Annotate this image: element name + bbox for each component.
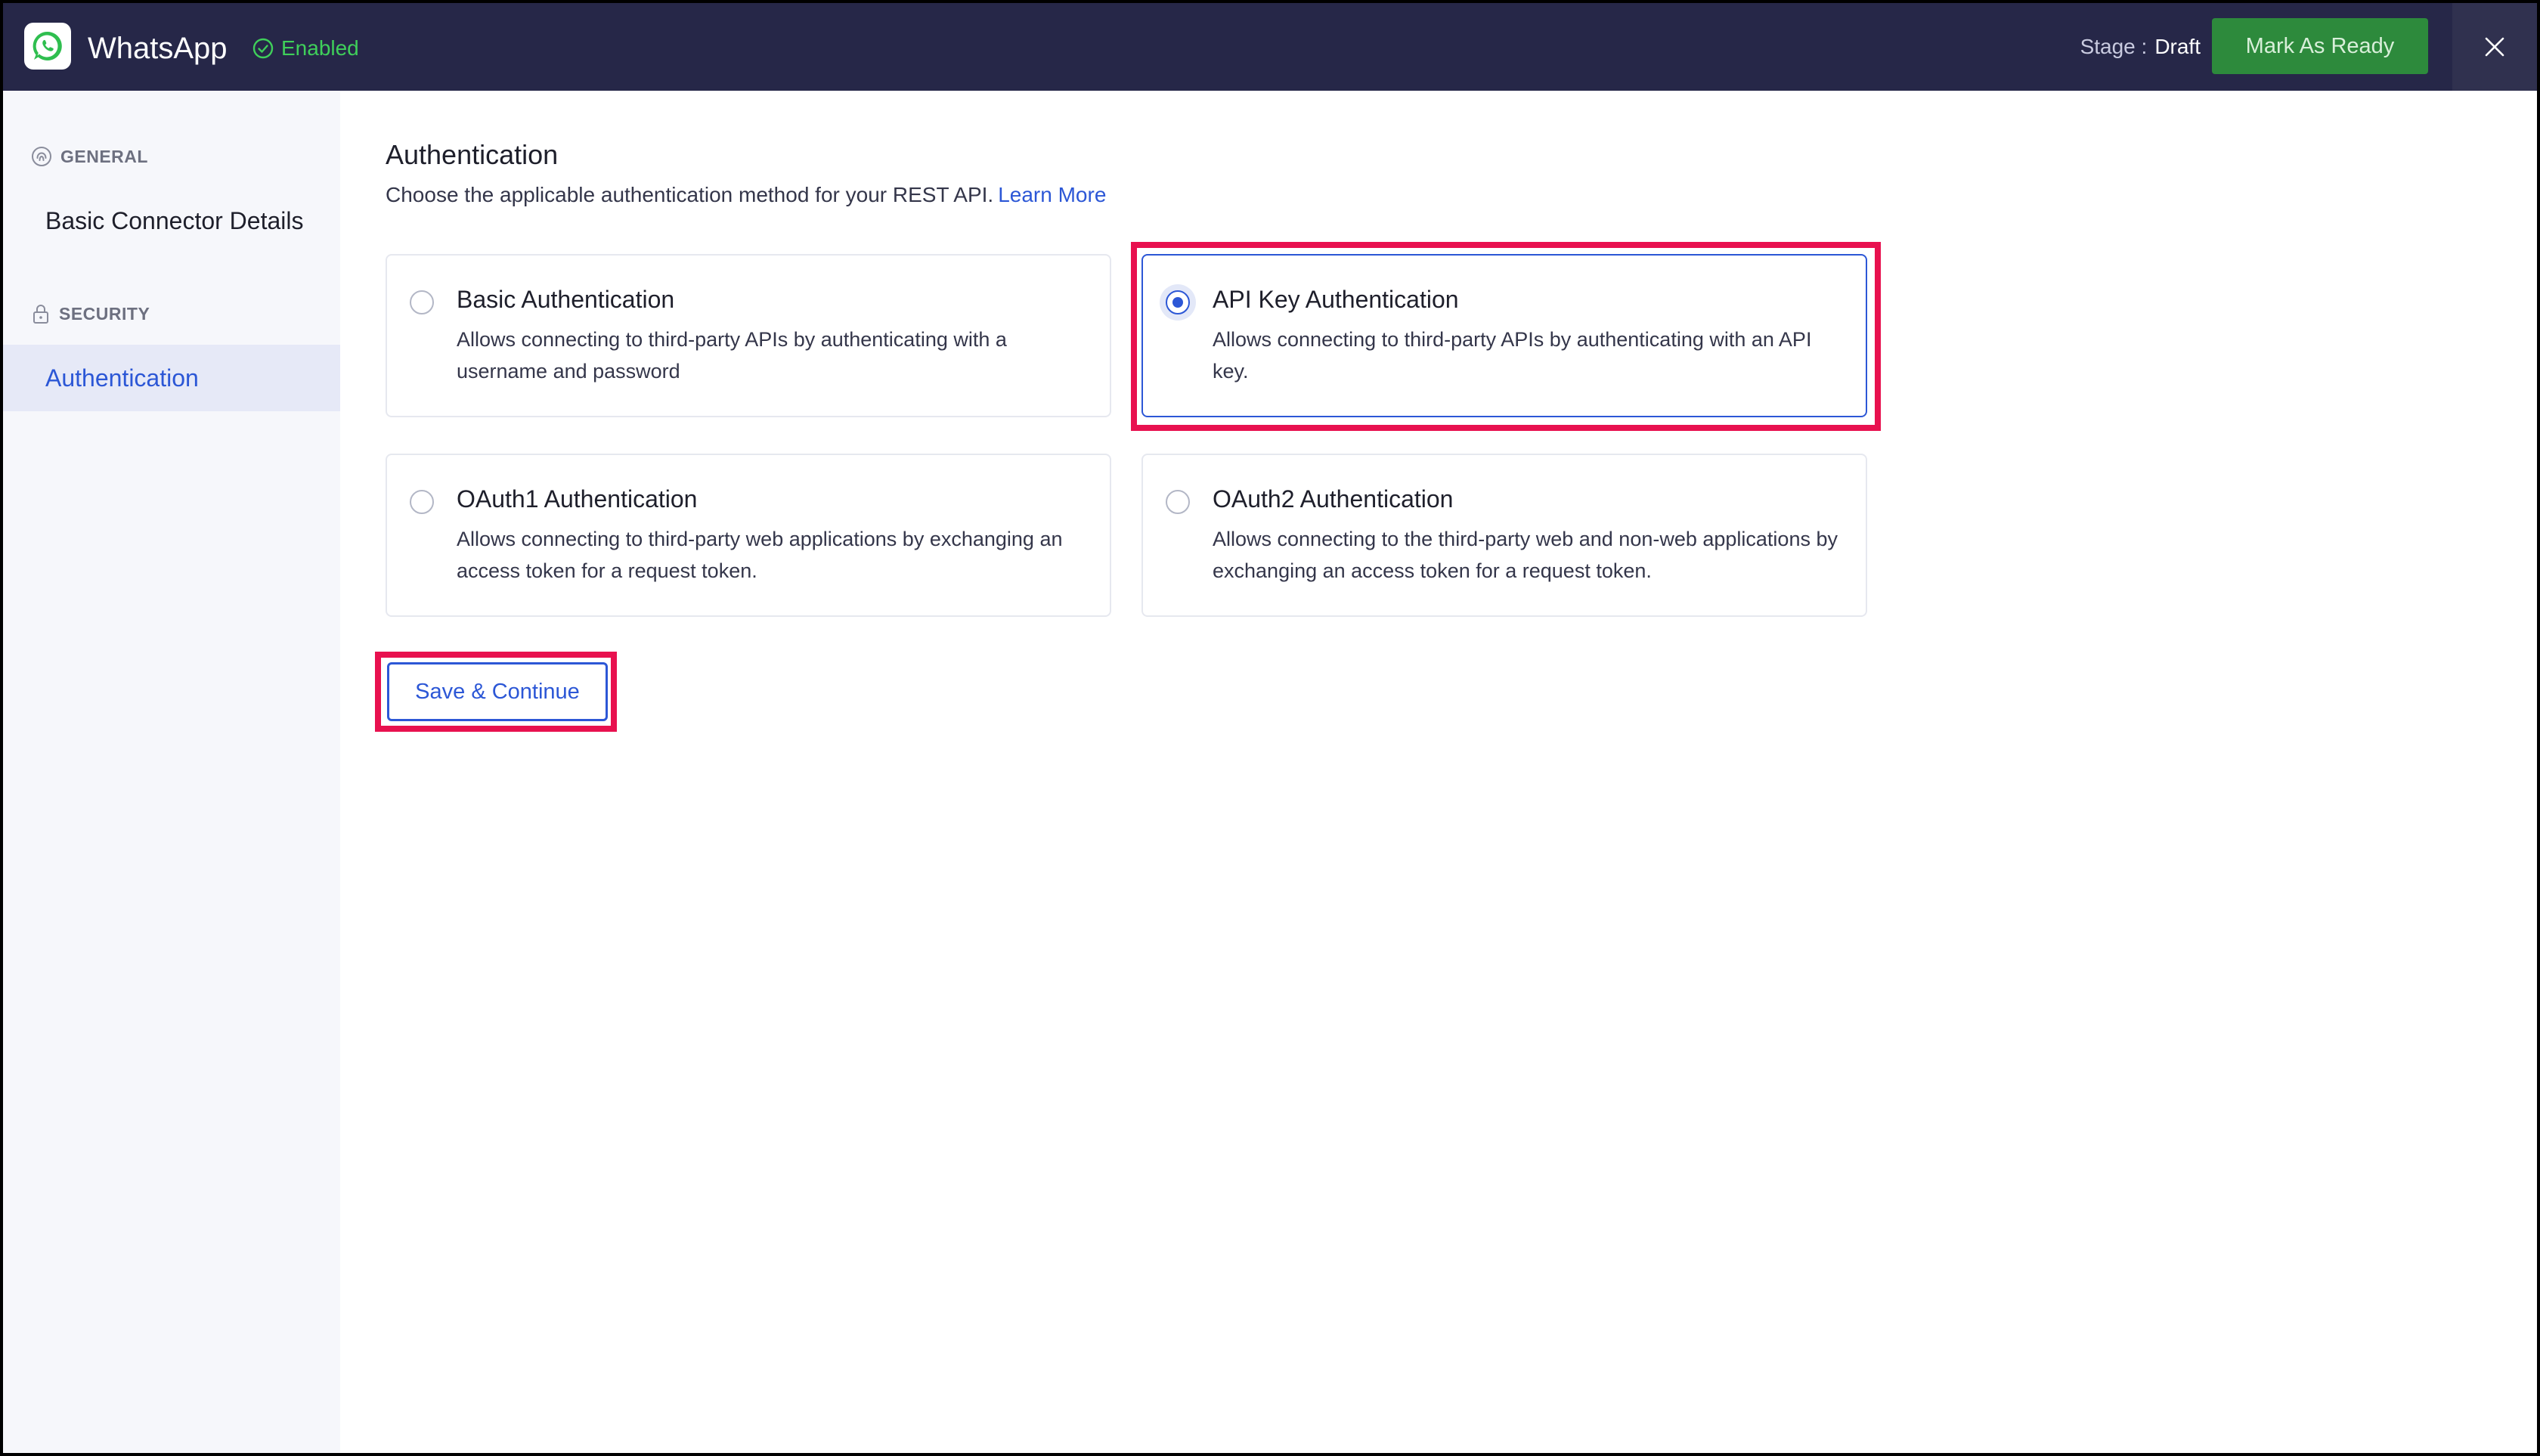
page-title: Authentication bbox=[386, 139, 559, 170]
radio-oauth2[interactable] bbox=[1166, 490, 1190, 514]
learn-more-link[interactable]: Learn More bbox=[998, 183, 1106, 206]
close-icon bbox=[2485, 37, 2504, 57]
radio-oauth1[interactable] bbox=[410, 490, 434, 514]
sidebar: GENERAL Basic Connector Details SECURITY… bbox=[3, 91, 340, 1453]
stage-value: Draft bbox=[2154, 35, 2201, 58]
page-description-text: Choose the applicable authentication met… bbox=[386, 183, 994, 206]
sidebar-item-label: Basic Connector Details bbox=[45, 206, 304, 234]
close-button[interactable] bbox=[2452, 3, 2537, 91]
stage-indicator: Stage : Draft bbox=[2080, 33, 2201, 60]
sidebar-section-label: GENERAL bbox=[60, 146, 148, 166]
auth-option-title: OAuth2 Authentication bbox=[1213, 485, 1454, 513]
sidebar-item-label: Authentication bbox=[45, 364, 199, 392]
auth-option-description: Allows connecting to third-party APIs by… bbox=[1213, 328, 1812, 383]
sidebar-item-authentication[interactable]: Authentication bbox=[3, 345, 340, 411]
auth-option-basic[interactable]: Basic Authentication Allows connecting t… bbox=[386, 254, 1111, 417]
radio-basic[interactable] bbox=[410, 290, 434, 314]
header-bar: WhatsApp Enabled Stage : Draft Mark As Re… bbox=[3, 3, 2537, 91]
fingerprint-icon bbox=[30, 145, 53, 168]
lock-icon bbox=[30, 302, 51, 325]
mark-as-ready-button[interactable]: Mark As Ready bbox=[2212, 18, 2428, 74]
auth-option-title: Basic Authentication bbox=[457, 286, 675, 313]
auth-option-title: API Key Authentication bbox=[1213, 286, 1459, 313]
app-window: WhatsApp Enabled Stage : Draft Mark As Re… bbox=[3, 3, 2537, 1453]
whatsapp-logo-icon bbox=[24, 23, 71, 70]
sidebar-section-security: SECURITY bbox=[30, 302, 150, 325]
status-text: Enabled bbox=[281, 36, 359, 60]
sidebar-item-basic-connector-details[interactable]: Basic Connector Details bbox=[3, 187, 340, 254]
auth-option-oauth2[interactable]: OAuth2 Authentication Allows connecting … bbox=[1141, 454, 1867, 617]
auth-option-description: Allows connecting to third-party APIs by… bbox=[457, 328, 1007, 383]
radio-api-key[interactable] bbox=[1166, 290, 1190, 314]
sidebar-section-label: SECURITY bbox=[59, 303, 150, 324]
auth-option-description: Allows connecting to the third-party web… bbox=[1213, 528, 1838, 582]
auth-option-api-key[interactable]: API Key Authentication Allows connecting… bbox=[1141, 254, 1867, 417]
save-and-continue-button[interactable]: Save & Continue bbox=[387, 662, 608, 721]
check-circle-icon bbox=[252, 38, 274, 59]
page-description: Choose the applicable authentication met… bbox=[386, 183, 1106, 207]
stage-label: Stage : bbox=[2080, 35, 2148, 58]
auth-option-title: OAuth1 Authentication bbox=[457, 485, 698, 513]
status-badge: Enabled bbox=[252, 35, 359, 62]
auth-option-oauth1[interactable]: OAuth1 Authentication Allows connecting … bbox=[386, 454, 1111, 617]
auth-option-description: Allows connecting to third-party web app… bbox=[457, 528, 1063, 582]
sidebar-section-general: GENERAL bbox=[30, 145, 148, 168]
app-title: WhatsApp bbox=[88, 32, 228, 65]
